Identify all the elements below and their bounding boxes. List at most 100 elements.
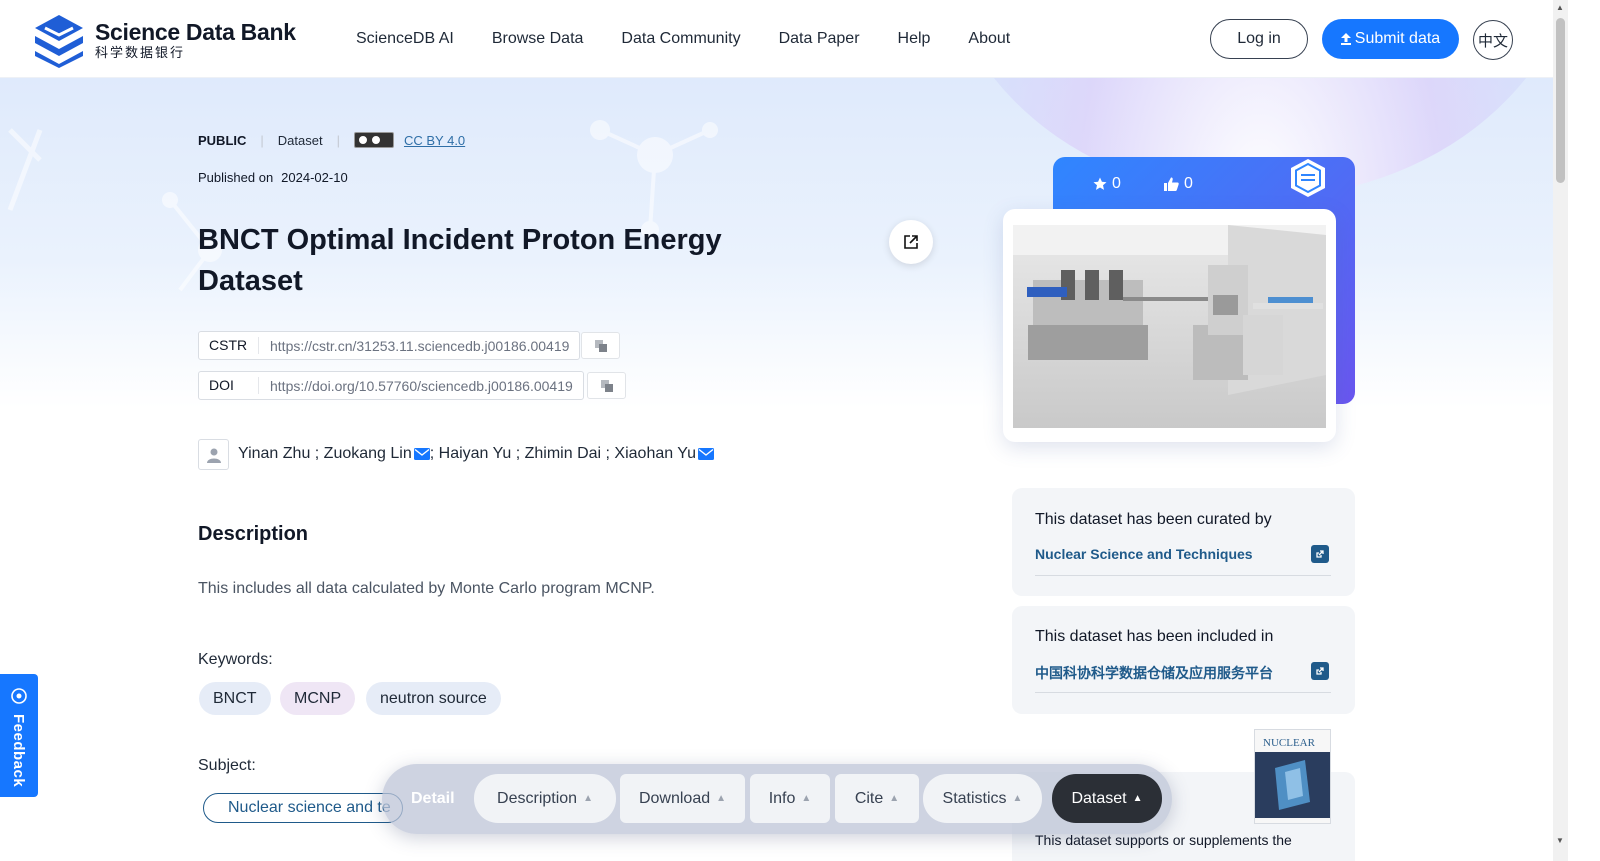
- subject-label: Subject:: [198, 757, 256, 774]
- tab-info[interactable]: Info ▲: [750, 774, 830, 823]
- section-tab-bar: Detail Description ▲ Download ▲ Info ▲ Cite…: [382, 764, 1172, 834]
- journal-cover-graphic: NUCLEAR: [1255, 730, 1330, 823]
- doi-label: DOI: [199, 377, 259, 394]
- detail-label: Detail: [411, 790, 455, 807]
- doi-value[interactable]: https://doi.org/10.57760/sciencedb.j0018…: [259, 378, 583, 394]
- copy-icon: [594, 339, 607, 352]
- tab-cite[interactable]: Cite ▲: [835, 774, 919, 823]
- curated-by-panel: This dataset has been curated by Nuclear…: [1012, 488, 1355, 596]
- license-link[interactable]: CC BY 4.0: [404, 133, 465, 148]
- share-button[interactable]: [889, 220, 933, 264]
- logo-title: Science Data Bank: [95, 19, 296, 45]
- cc-license-icon: [353, 132, 394, 148]
- supports-text: This dataset supports or supplements the: [1035, 832, 1292, 848]
- dataset-type-label: Dataset: [277, 132, 323, 148]
- submit-data-button[interactable]: Submit data: [1322, 19, 1459, 59]
- feedback-label: Feedback: [10, 714, 27, 788]
- description-heading: Description: [198, 523, 309, 545]
- certified-badge-icon: [1291, 159, 1325, 197]
- chevron-up-icon: ▲: [889, 793, 900, 804]
- included-in-title: This dataset has been included in: [1035, 628, 1274, 645]
- nav-about[interactable]: About: [968, 30, 1010, 48]
- curated-by-title: This dataset has been curated by: [1035, 511, 1272, 528]
- thumbs-up-icon: [1164, 177, 1179, 191]
- tab-statistics[interactable]: Statistics ▲: [923, 774, 1042, 823]
- feedback-button[interactable]: Feedback: [0, 674, 38, 797]
- dataset-thumbnail-image[interactable]: [1013, 225, 1326, 428]
- site-logo[interactable]: Science Data Bank 科学数据银行: [31, 12, 296, 68]
- scroll-down-arrow-icon[interactable]: ▼: [1556, 836, 1564, 845]
- meta-divider: |: [336, 132, 340, 148]
- star-icon: [1093, 177, 1107, 190]
- keywords-label: Keywords:: [198, 651, 273, 668]
- like-count-value: 0: [1184, 175, 1193, 192]
- curated-by-link[interactable]: Nuclear Science and Techniques: [1035, 546, 1253, 562]
- published-info: Published on 2024-02-10: [198, 170, 348, 185]
- feedback-icon: [11, 688, 27, 704]
- included-in-link[interactable]: 中国科协科学数据仓储及应用服务平台: [1035, 663, 1273, 683]
- copy-doi-button[interactable]: [587, 372, 626, 399]
- external-link-icon[interactable]: [1311, 662, 1329, 680]
- chevron-up-icon: ▲: [1132, 793, 1143, 804]
- star-count-value: 0: [1112, 175, 1121, 192]
- meta-divider: |: [260, 132, 264, 148]
- dataset-title: BNCT Optimal Incident Proton Energy Data…: [198, 224, 722, 297]
- logo-subtitle: 科学数据银行: [95, 45, 186, 60]
- doi-field: DOI https://doi.org/10.57760/sciencedb.j…: [198, 371, 584, 400]
- nav-data-community[interactable]: Data Community: [621, 30, 740, 48]
- nav-browse-data[interactable]: Browse Data: [492, 30, 584, 48]
- language-toggle[interactable]: 中文: [1473, 20, 1513, 60]
- keyword-tag[interactable]: MCNP: [280, 682, 356, 715]
- submit-data-label: Submit data: [1354, 30, 1441, 47]
- dna-decoration: [7, 128, 43, 211]
- tab-description[interactable]: Description ▲: [474, 774, 616, 823]
- published-date: 2024-02-10: [281, 170, 348, 185]
- page-scrollbar[interactable]: ▲ ▼: [1553, 0, 1568, 861]
- person-icon: [206, 448, 221, 463]
- journal-cover-title: NUCLEAR: [1263, 737, 1316, 749]
- keyword-tag[interactable]: neutron source: [366, 682, 501, 715]
- sciencedb-logo-icon: [35, 15, 83, 68]
- visibility-label: PUBLIC: [198, 132, 247, 148]
- tab-label: Cite: [854, 789, 884, 807]
- cstr-field: CSTR https://cstr.cn/31253.11.sciencedb.…: [198, 331, 581, 360]
- tab-dataset[interactable]: Dataset ▲: [1052, 774, 1162, 823]
- panel-divider: [1035, 575, 1331, 576]
- tab-label: Dataset: [1071, 789, 1127, 807]
- cstr-value[interactable]: https://cstr.cn/31253.11.sciencedb.j0018…: [259, 338, 579, 354]
- chevron-up-icon: ▲: [716, 793, 727, 804]
- copy-cstr-button[interactable]: [581, 332, 620, 359]
- scroll-up-arrow-icon[interactable]: ▲: [1556, 3, 1564, 12]
- chevron-up-icon: ▲: [801, 793, 812, 804]
- share-external-icon: [904, 235, 918, 249]
- login-button[interactable]: Log in: [1210, 19, 1308, 59]
- tab-download[interactable]: Download ▲: [620, 774, 745, 823]
- external-link-icon[interactable]: [1311, 545, 1329, 563]
- nav-sciencedb-ai[interactable]: ScienceDB AI: [356, 30, 454, 48]
- journal-cover-image[interactable]: NUCLEAR: [1254, 729, 1331, 824]
- upload-icon: [1340, 33, 1351, 45]
- bnct-facility-illustration: [1013, 225, 1326, 428]
- chevron-up-icon: ▲: [1012, 793, 1023, 804]
- scrollbar-thumb[interactable]: [1556, 18, 1565, 183]
- email-icon[interactable]: [697, 448, 714, 460]
- main-nav: ScienceDB AI Browse Data Data Community …: [356, 30, 1048, 48]
- included-in-panel: This dataset has been included in 中国科协科学…: [1012, 606, 1355, 714]
- tab-label: Statistics: [942, 789, 1007, 807]
- nav-data-paper[interactable]: Data Paper: [779, 30, 860, 48]
- keyword-tag[interactable]: BNCT: [199, 682, 271, 715]
- published-label: Published on: [198, 170, 274, 185]
- panel-divider: [1035, 692, 1331, 693]
- site-header: Science Data Bank 科学数据银行 ScienceDB AI Br…: [0, 0, 1553, 78]
- author-list: Yinan Zhu ; Zuokang Lin ; Haiyan Yu ; Zh…: [238, 445, 714, 463]
- email-icon[interactable]: [413, 448, 430, 460]
- tab-label: Download: [638, 789, 711, 807]
- star-count[interactable]: 0: [1093, 175, 1121, 193]
- dataset-meta: PUBLIC | Dataset | CC BY 4.0: [198, 132, 465, 148]
- authors-part-2[interactable]: ; Haiyan Yu ; Zhimin Dai ; Xiaohan Yu: [430, 445, 696, 463]
- authors-part-1[interactable]: Yinan Zhu ; Zuokang Lin: [238, 445, 412, 463]
- tab-label: Info: [768, 789, 796, 807]
- like-count[interactable]: 0: [1164, 175, 1193, 193]
- subject-tag[interactable]: Nuclear science and te: [203, 793, 403, 823]
- nav-help[interactable]: Help: [898, 30, 931, 48]
